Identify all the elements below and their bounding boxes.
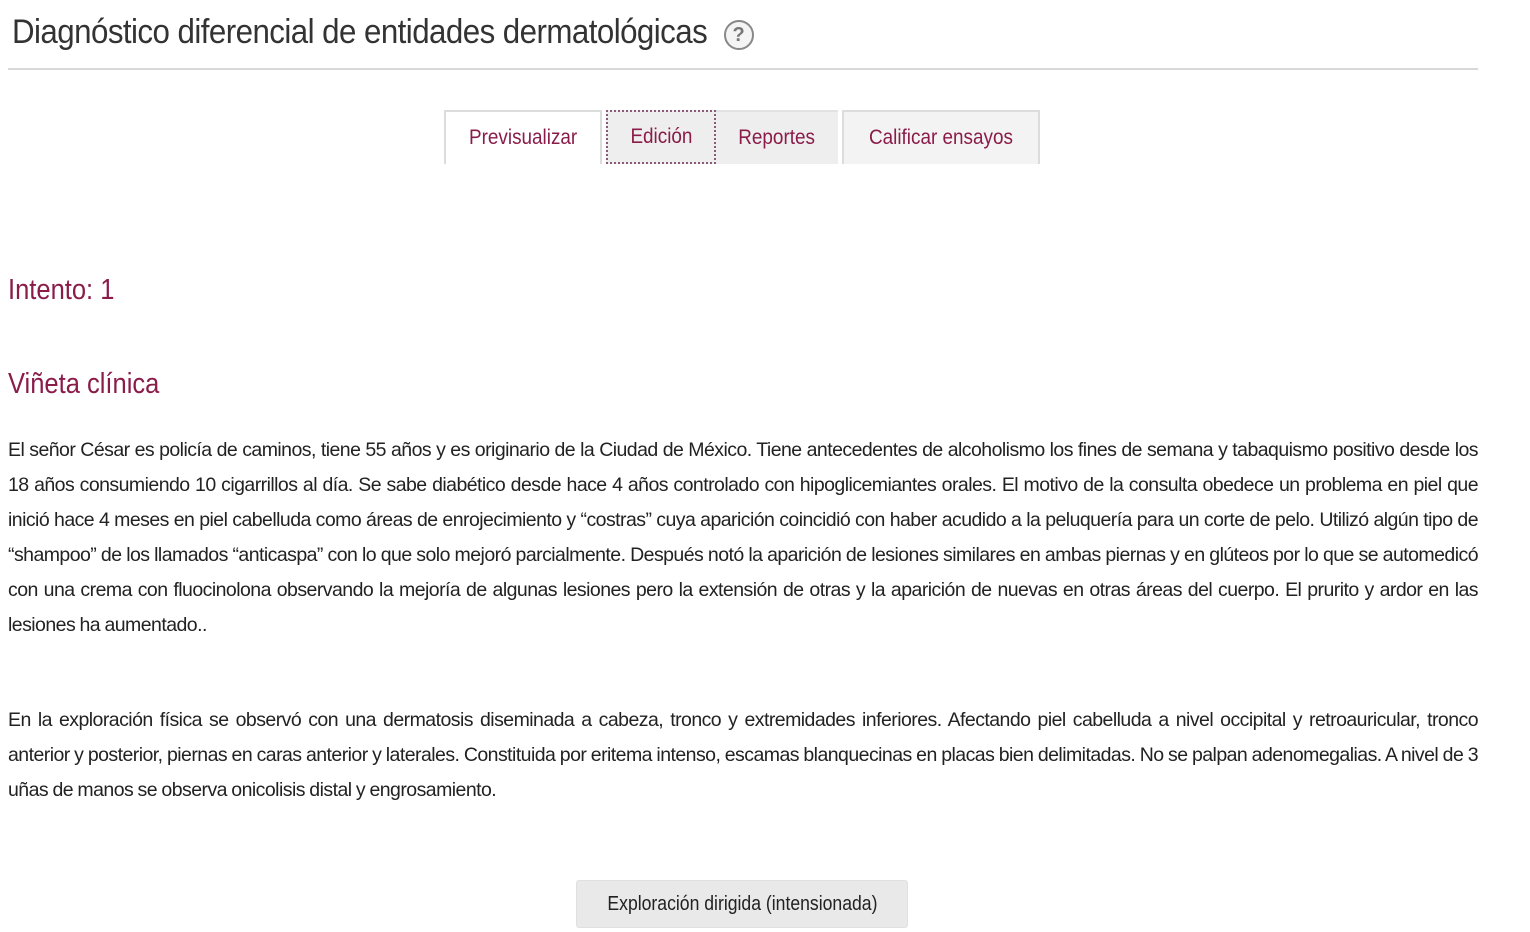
attempt-heading: Intento: 1 xyxy=(8,274,115,306)
clinical-vignette-paragraph: El señor César es policía de caminos, ti… xyxy=(8,439,1479,636)
directed-exploration-button-label: Exploración dirigida (intensionada) xyxy=(606,892,878,915)
tab-previsualizar-label: Previsualizar xyxy=(468,126,578,149)
physical-exam-paragraph: En la exploración física se observó con … xyxy=(8,709,1479,801)
tab-calificar-ensayos[interactable]: Calificar ensayos xyxy=(842,110,1040,164)
tab-bar: Previsualizar Edición Reportes Calificar… xyxy=(444,108,1040,164)
title-row: Diagnóstico diferencial de entidades der… xyxy=(12,8,754,56)
tab-previsualizar[interactable]: Previsualizar xyxy=(444,110,602,164)
section-heading: Viñeta clínica xyxy=(8,368,160,400)
help-icon[interactable]: ? xyxy=(723,20,754,50)
tab-reportes[interactable]: Reportes xyxy=(716,110,838,164)
title-divider xyxy=(8,68,1478,70)
tab-reportes-label: Reportes xyxy=(738,126,816,149)
tab-edicion-label: Edición xyxy=(630,125,693,148)
tab-calificar-ensayos-label: Calificar ensayos xyxy=(869,126,1013,149)
tab-edicion[interactable]: Edición xyxy=(606,110,716,164)
directed-exploration-button[interactable]: Exploración dirigida (intensionada) xyxy=(576,880,908,928)
quiz-page: Diagnóstico diferencial de entidades der… xyxy=(0,0,1530,932)
page-title: Diagnóstico diferencial de entidades der… xyxy=(12,12,708,51)
